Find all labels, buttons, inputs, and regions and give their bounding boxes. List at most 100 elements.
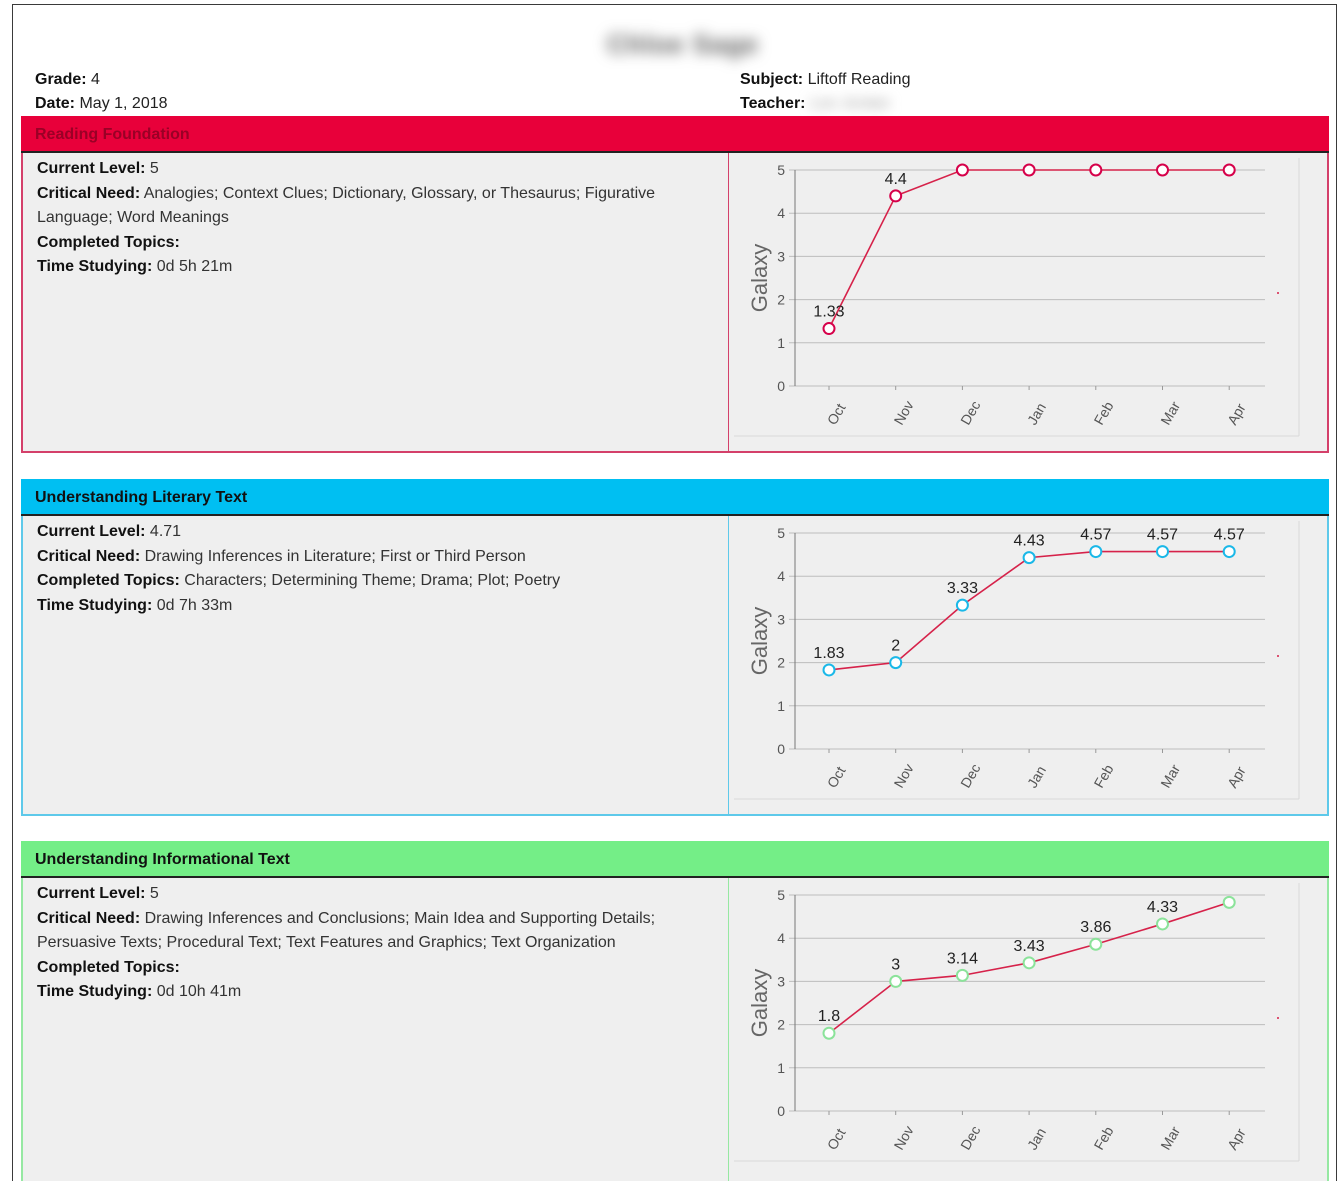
data-label: 4.4 (885, 171, 907, 188)
data-point (1022, 956, 1036, 970)
data-point (1089, 163, 1103, 177)
data-point (1156, 163, 1169, 177)
data-label: 4.57 (1080, 527, 1111, 544)
data-label: 2 (891, 638, 900, 655)
current-level-row: Current Level: 5 (37, 882, 714, 907)
y-tick-label: 2 (777, 655, 785, 671)
y-tick-label: 1 (777, 335, 785, 351)
section-reading-foundation: Reading Foundation Current Level: 5 Crit… (21, 116, 1329, 453)
report-page: Chloe Sage Grade: 4 Date: May 1, 2018 Su… (12, 4, 1337, 1181)
time-studying-value: 0d 7h 33m (156, 596, 233, 614)
legend-dot (1277, 292, 1279, 294)
grade-value: 4 (91, 71, 100, 88)
current-level-label: Current Level: (37, 885, 146, 902)
subject-line: Subject: Liftoff Reading (740, 71, 910, 89)
section-body: Current Level: 5 Critical Need: Drawing … (21, 878, 1329, 1181)
y-tick-label: 5 (777, 162, 785, 178)
data-label: 4.57 (1214, 527, 1245, 544)
data-label: 3.33 (947, 580, 978, 597)
legend-dot (1277, 655, 1279, 657)
data-point (1156, 917, 1169, 931)
data-label: 4.57 (1147, 527, 1178, 544)
x-tick-label: Oct (824, 1126, 849, 1153)
x-tick-label: Jan (1024, 400, 1049, 428)
data-point (955, 968, 969, 982)
date-label: Date: (35, 95, 76, 112)
current-level-value: 4.71 (149, 523, 182, 540)
x-tick-label: Apr (1224, 763, 1249, 790)
section-body: Current Level: 5 Critical Need: Analogie… (21, 153, 1329, 453)
critical-need-row: Critical Need: Analogies; Context Clues;… (37, 182, 714, 231)
completed-topics-row: Completed Topics: (37, 956, 714, 981)
subject-value: Liftoff Reading (807, 71, 911, 88)
y-tick-label: 3 (777, 973, 785, 989)
data-point (1222, 545, 1236, 559)
section-details: Current Level: 5 Critical Need: Analogie… (23, 153, 729, 451)
y-tick-label: 4 (777, 205, 785, 221)
data-label: 3 (891, 956, 900, 973)
section-literary-text: Understanding Literary Text Current Leve… (21, 479, 1329, 816)
current-level-label: Current Level: (37, 160, 146, 177)
data-point (955, 598, 969, 612)
time-studying-row: Time Studying: 0d 5h 21m (37, 255, 714, 280)
chart-svg: 0 1 2 3 4 5 Galaxy Oct Nov Dec Jan Feb Mar Apr 1.83 2 3.… (734, 521, 1300, 800)
critical-need-row: Critical Need: Drawing Inferences in Lit… (37, 545, 714, 570)
y-axis-label: Galaxy (747, 607, 772, 675)
current-level-row: Current Level: 4.71 (37, 520, 714, 545)
series-line (828, 169, 1230, 329)
x-tick-label: Nov (890, 398, 916, 428)
completed-topics-label: Completed Topics: (37, 572, 180, 590)
series-line (828, 550, 1230, 671)
critical-need-label: Critical Need: (37, 184, 141, 202)
critical-need-row: Critical Need: Drawing Inferences and Co… (37, 907, 714, 956)
x-tick-label: Mar (1157, 398, 1183, 427)
data-label: 1.33 (813, 304, 844, 321)
data-label: 4.43 (1014, 533, 1045, 550)
progress-chart: 0 1 2 3 4 5 Galaxy Oct Nov Dec Jan Feb Mar Apr 1.33 4.4 (729, 153, 1327, 451)
grade-line: Grade: 4 (35, 71, 100, 89)
y-axis-label: Galaxy (747, 969, 772, 1037)
critical-need-label: Critical Need: (37, 909, 141, 927)
student-name: Chloe Sage (607, 29, 759, 59)
x-tick-label: Oct (824, 764, 849, 791)
x-tick-label: Jan (1024, 1125, 1049, 1153)
progress-chart: 0 1 2 3 4 5 Galaxy Oct Nov Dec Jan Feb Mar Apr 1.83 2 3.… (729, 516, 1327, 814)
x-tick-label: Nov (890, 761, 916, 791)
data-point (1089, 545, 1103, 559)
current-level-value: 5 (149, 885, 159, 902)
y-tick-label: 0 (777, 378, 785, 394)
time-studying-label: Time Studying: (37, 258, 153, 276)
current-level-row: Current Level: 5 (37, 157, 714, 182)
section-title: Reading Foundation (21, 116, 1329, 153)
x-tick-label: Mar (1157, 761, 1183, 790)
data-point (1222, 163, 1236, 177)
x-tick-label: Feb (1091, 398, 1117, 427)
section-details: Current Level: 5 Critical Need: Drawing … (23, 878, 729, 1181)
section-title: Understanding Informational Text (21, 841, 1329, 878)
completed-topics-label: Completed Topics: (37, 233, 180, 251)
completed-topics-row: Completed Topics: Characters; Determinin… (37, 569, 714, 594)
data-label: 3.14 (947, 950, 978, 967)
grade-label: Grade: (35, 71, 87, 88)
subject-label: Subject: (740, 71, 804, 88)
teacher-line: Teacher: Lee Jordan (740, 95, 890, 113)
x-tick-label: Apr (1224, 400, 1249, 427)
critical-need-label: Critical Need: (37, 547, 141, 565)
current-level-label: Current Level: (37, 523, 146, 540)
progress-chart: 0 1 2 3 4 5 Galaxy Oct Nov Dec Jan Feb Mar Apr 1.8 3 3.1… (729, 878, 1327, 1181)
time-studying-value: 0d 5h 21m (156, 258, 233, 276)
data-label: 3.43 (1014, 938, 1045, 955)
time-studying-row: Time Studying: 0d 10h 41m (37, 980, 714, 1005)
data-point (889, 189, 903, 203)
time-studying-row: Time Studying: 0d 7h 33m (37, 594, 714, 619)
date-line: Date: May 1, 2018 (35, 95, 168, 113)
data-point (1022, 551, 1036, 565)
data-point (822, 1026, 836, 1040)
completed-topics-value: Characters; Determining Theme; Drama; Pl… (184, 572, 561, 590)
y-tick-label: 3 (777, 248, 785, 264)
data-point (822, 663, 836, 677)
teacher-value: Lee Jordan (809, 95, 891, 112)
time-studying-label: Time Studying: (37, 596, 153, 614)
section-body: Current Level: 4.71 Critical Need: Drawi… (21, 516, 1329, 816)
data-point (1022, 163, 1036, 177)
